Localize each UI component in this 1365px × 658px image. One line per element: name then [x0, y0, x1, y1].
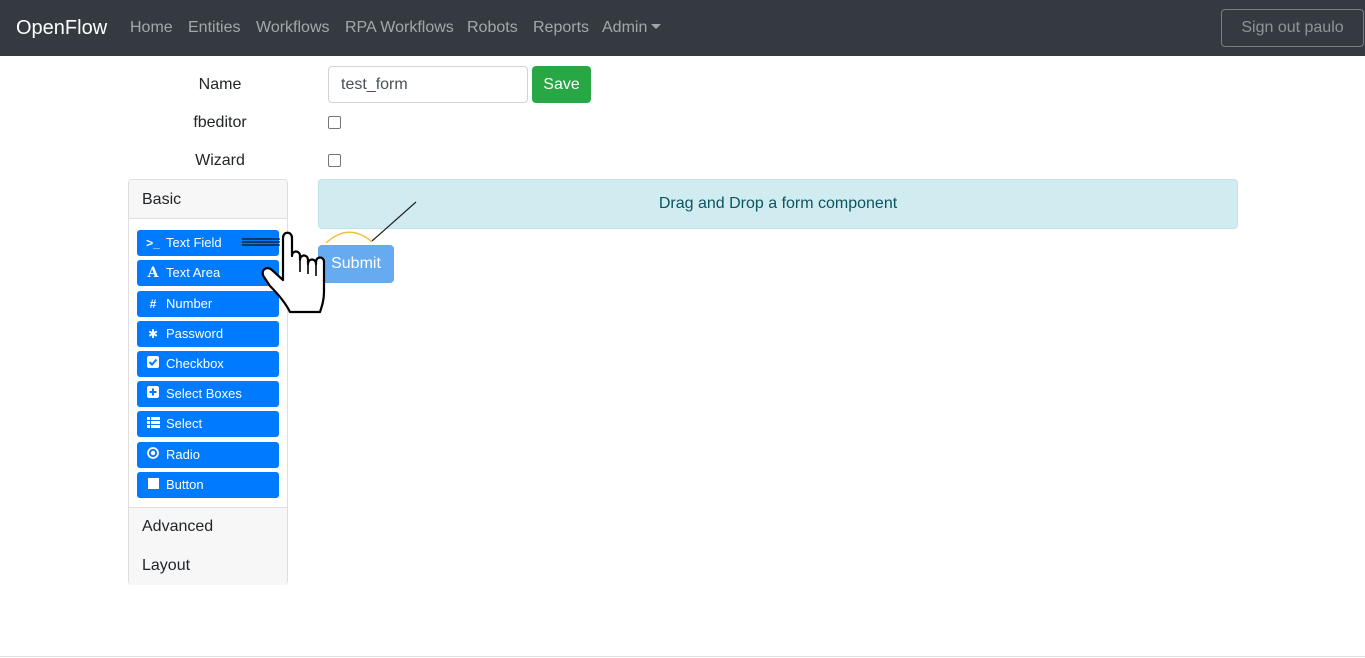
component-button[interactable]: Button [137, 472, 279, 498]
nav-admin-label: Admin [602, 19, 648, 36]
fbeditor-checkbox[interactable] [328, 116, 341, 129]
dropzone[interactable]: Drag and Drop a form component [318, 179, 1238, 229]
th-list-icon [146, 411, 160, 437]
nav-rpa-workflows[interactable]: RPA Workflows [345, 18, 454, 38]
component-text-field[interactable]: >_ Text Field [137, 230, 279, 256]
component-label: Button [166, 477, 204, 492]
component-label: Text Area [166, 265, 221, 280]
component-password[interactable]: ✱ Password [137, 321, 279, 347]
save-button[interactable]: Save [532, 66, 591, 103]
component-checkbox[interactable]: Checkbox [137, 351, 279, 377]
wizard-label: Wizard [195, 152, 245, 169]
nav-home[interactable]: Home [130, 18, 173, 38]
brand-logo[interactable]: OpenFlow [16, 15, 107, 41]
stop-icon [146, 472, 160, 498]
component-label: Select [166, 416, 203, 431]
asterisk-icon: ✱ [147, 327, 159, 341]
component-select[interactable]: Select [137, 411, 279, 437]
plus-square-icon [146, 381, 160, 407]
component-label: Password [166, 326, 224, 341]
arc-hint [325, 231, 373, 244]
nav-reports[interactable]: Reports [533, 18, 589, 38]
footer-divider [0, 656, 1365, 657]
name-label: Name [198, 76, 242, 93]
component-radio[interactable]: Radio [137, 442, 279, 468]
check-square-icon [146, 351, 160, 377]
group-layout-header[interactable]: Layout [129, 546, 287, 585]
submit-button[interactable]: Submit [318, 245, 394, 283]
wizard-checkbox[interactable] [328, 154, 341, 167]
form-name-input[interactable]: test_form [328, 66, 528, 103]
signout-button[interactable]: Sign out paulo [1221, 9, 1364, 47]
font-icon: A [147, 265, 159, 281]
caret-down-icon [651, 24, 662, 29]
component-label: Select Boxes [166, 386, 242, 401]
group-basic-header[interactable]: Basic [129, 180, 287, 219]
component-number[interactable]: # Number [137, 291, 279, 317]
component-label: Radio [166, 447, 200, 462]
fbeditor-label: fbeditor [193, 114, 247, 131]
nav-admin-dropdown[interactable]: Admin [602, 18, 662, 38]
component-label: Number [166, 296, 213, 311]
component-label: Text Field [166, 235, 222, 250]
component-label: Checkbox [166, 356, 224, 371]
nav-robots[interactable]: Robots [467, 18, 518, 38]
top-navbar: OpenFlow Home Entities Workflows RPA Wor… [0, 0, 1365, 56]
nav-workflows[interactable]: Workflows [256, 18, 330, 38]
group-advanced-header[interactable]: Advanced [129, 507, 287, 547]
component-text-area[interactable]: A Text Area [137, 260, 279, 286]
component-sidebar: Basic >_ Text Field A Text Area # Number ✱ P… [128, 179, 288, 585]
terminal-icon: >_ [146, 236, 160, 250]
nav-entities[interactable]: Entities [188, 18, 240, 38]
hashtag-icon: # [149, 297, 157, 311]
component-select-boxes[interactable]: Select Boxes [137, 381, 279, 407]
dot-circle-icon [146, 442, 160, 468]
